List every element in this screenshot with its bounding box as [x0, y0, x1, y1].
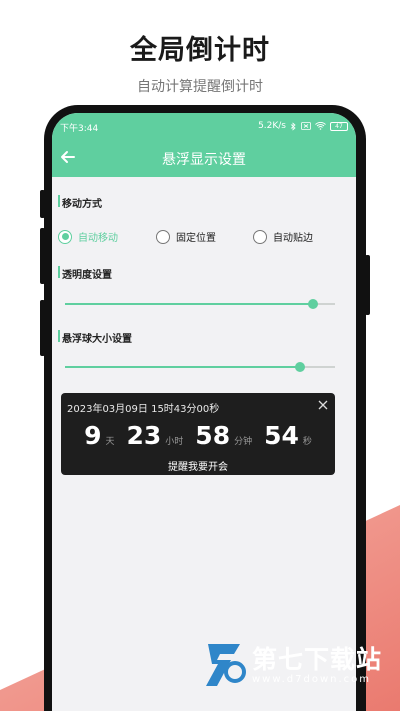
watermark-url: www.d7down.com [252, 674, 372, 685]
radio-circle [58, 229, 72, 244]
countdown-days-unit: 天 [105, 437, 115, 447]
slider-fill [65, 366, 300, 368]
slider-thumb[interactable] [294, 362, 305, 372]
opacity-label: 透明度设置 [62, 270, 112, 281]
radio-label: 自动移动 [78, 233, 118, 244]
section-accent [58, 330, 60, 342]
logo-7-icon [206, 644, 246, 686]
countdown-display: 9 天 23 小时 58 分钟 54 秒 [61, 421, 335, 450]
countdown-floating-card[interactable]: 2023年03月09日 15时43分00秒 9 天 23 小时 58 分钟 54… [61, 393, 335, 475]
countdown-hours: 23 [126, 421, 162, 450]
slider-fill [65, 303, 314, 305]
volume-button [40, 190, 45, 218]
status-bar: 下午3:44 5.2K/s 47 [60, 121, 348, 135]
app-bar: 下午3:44 5.2K/s 47 悬浮显示设置 [52, 113, 356, 177]
network-speed: 5.2K/s [258, 121, 286, 131]
app-title: 悬浮显示设置 [162, 152, 246, 168]
power-button [365, 255, 370, 315]
battery-icon: 47 [330, 121, 348, 131]
volume-button-lower [40, 228, 45, 284]
side-button-lower [40, 300, 45, 356]
countdown-minutes-unit: 分钟 [234, 437, 253, 447]
radio-circle [253, 229, 267, 244]
ball-size-label: 悬浮球大小设置 [62, 334, 132, 345]
status-time: 下午3:44 [60, 124, 99, 134]
sim-icon [301, 122, 311, 130]
timer-message: 提醒我要开会 [168, 462, 228, 473]
radio-label: 固定位置 [176, 233, 216, 244]
radio-auto-move[interactable]: 自动移动 [58, 229, 118, 244]
radio-auto-snap[interactable]: 自动贴边 [253, 229, 313, 244]
timer-date: 2023年03月09日 15时43分00秒 [67, 404, 220, 415]
ball-size-slider[interactable] [65, 360, 335, 374]
move-mode-label: 移动方式 [62, 199, 102, 210]
section-accent [58, 195, 60, 207]
countdown-days: 9 [84, 421, 102, 450]
status-indicators: 5.2K/s 47 [258, 121, 348, 131]
countdown-seconds-unit: 秒 [302, 437, 312, 447]
move-mode-options: 自动移动 固定位置 自动贴边 [58, 229, 350, 245]
opacity-slider[interactable] [65, 297, 335, 311]
watermark-logo: 第七下载站 www.d7down.com [200, 636, 400, 711]
watermark-name: 第七下载站 [252, 645, 383, 674]
countdown-seconds: 54 [264, 421, 299, 450]
radio-circle [156, 229, 170, 244]
countdown-hours-unit: 小时 [165, 437, 184, 447]
radio-fixed-position[interactable]: 固定位置 [156, 229, 216, 244]
app-screen: 下午3:44 5.2K/s 47 悬浮显示设置 移动方式 自动移动 固定位置 自 [52, 113, 356, 711]
radio-label: 自动贴边 [273, 233, 313, 244]
bluetooth-icon [290, 121, 296, 131]
section-accent [58, 266, 60, 278]
close-icon[interactable] [317, 399, 329, 411]
countdown-minutes: 58 [195, 421, 231, 450]
slider-thumb[interactable] [308, 299, 319, 309]
wifi-icon [315, 122, 326, 130]
